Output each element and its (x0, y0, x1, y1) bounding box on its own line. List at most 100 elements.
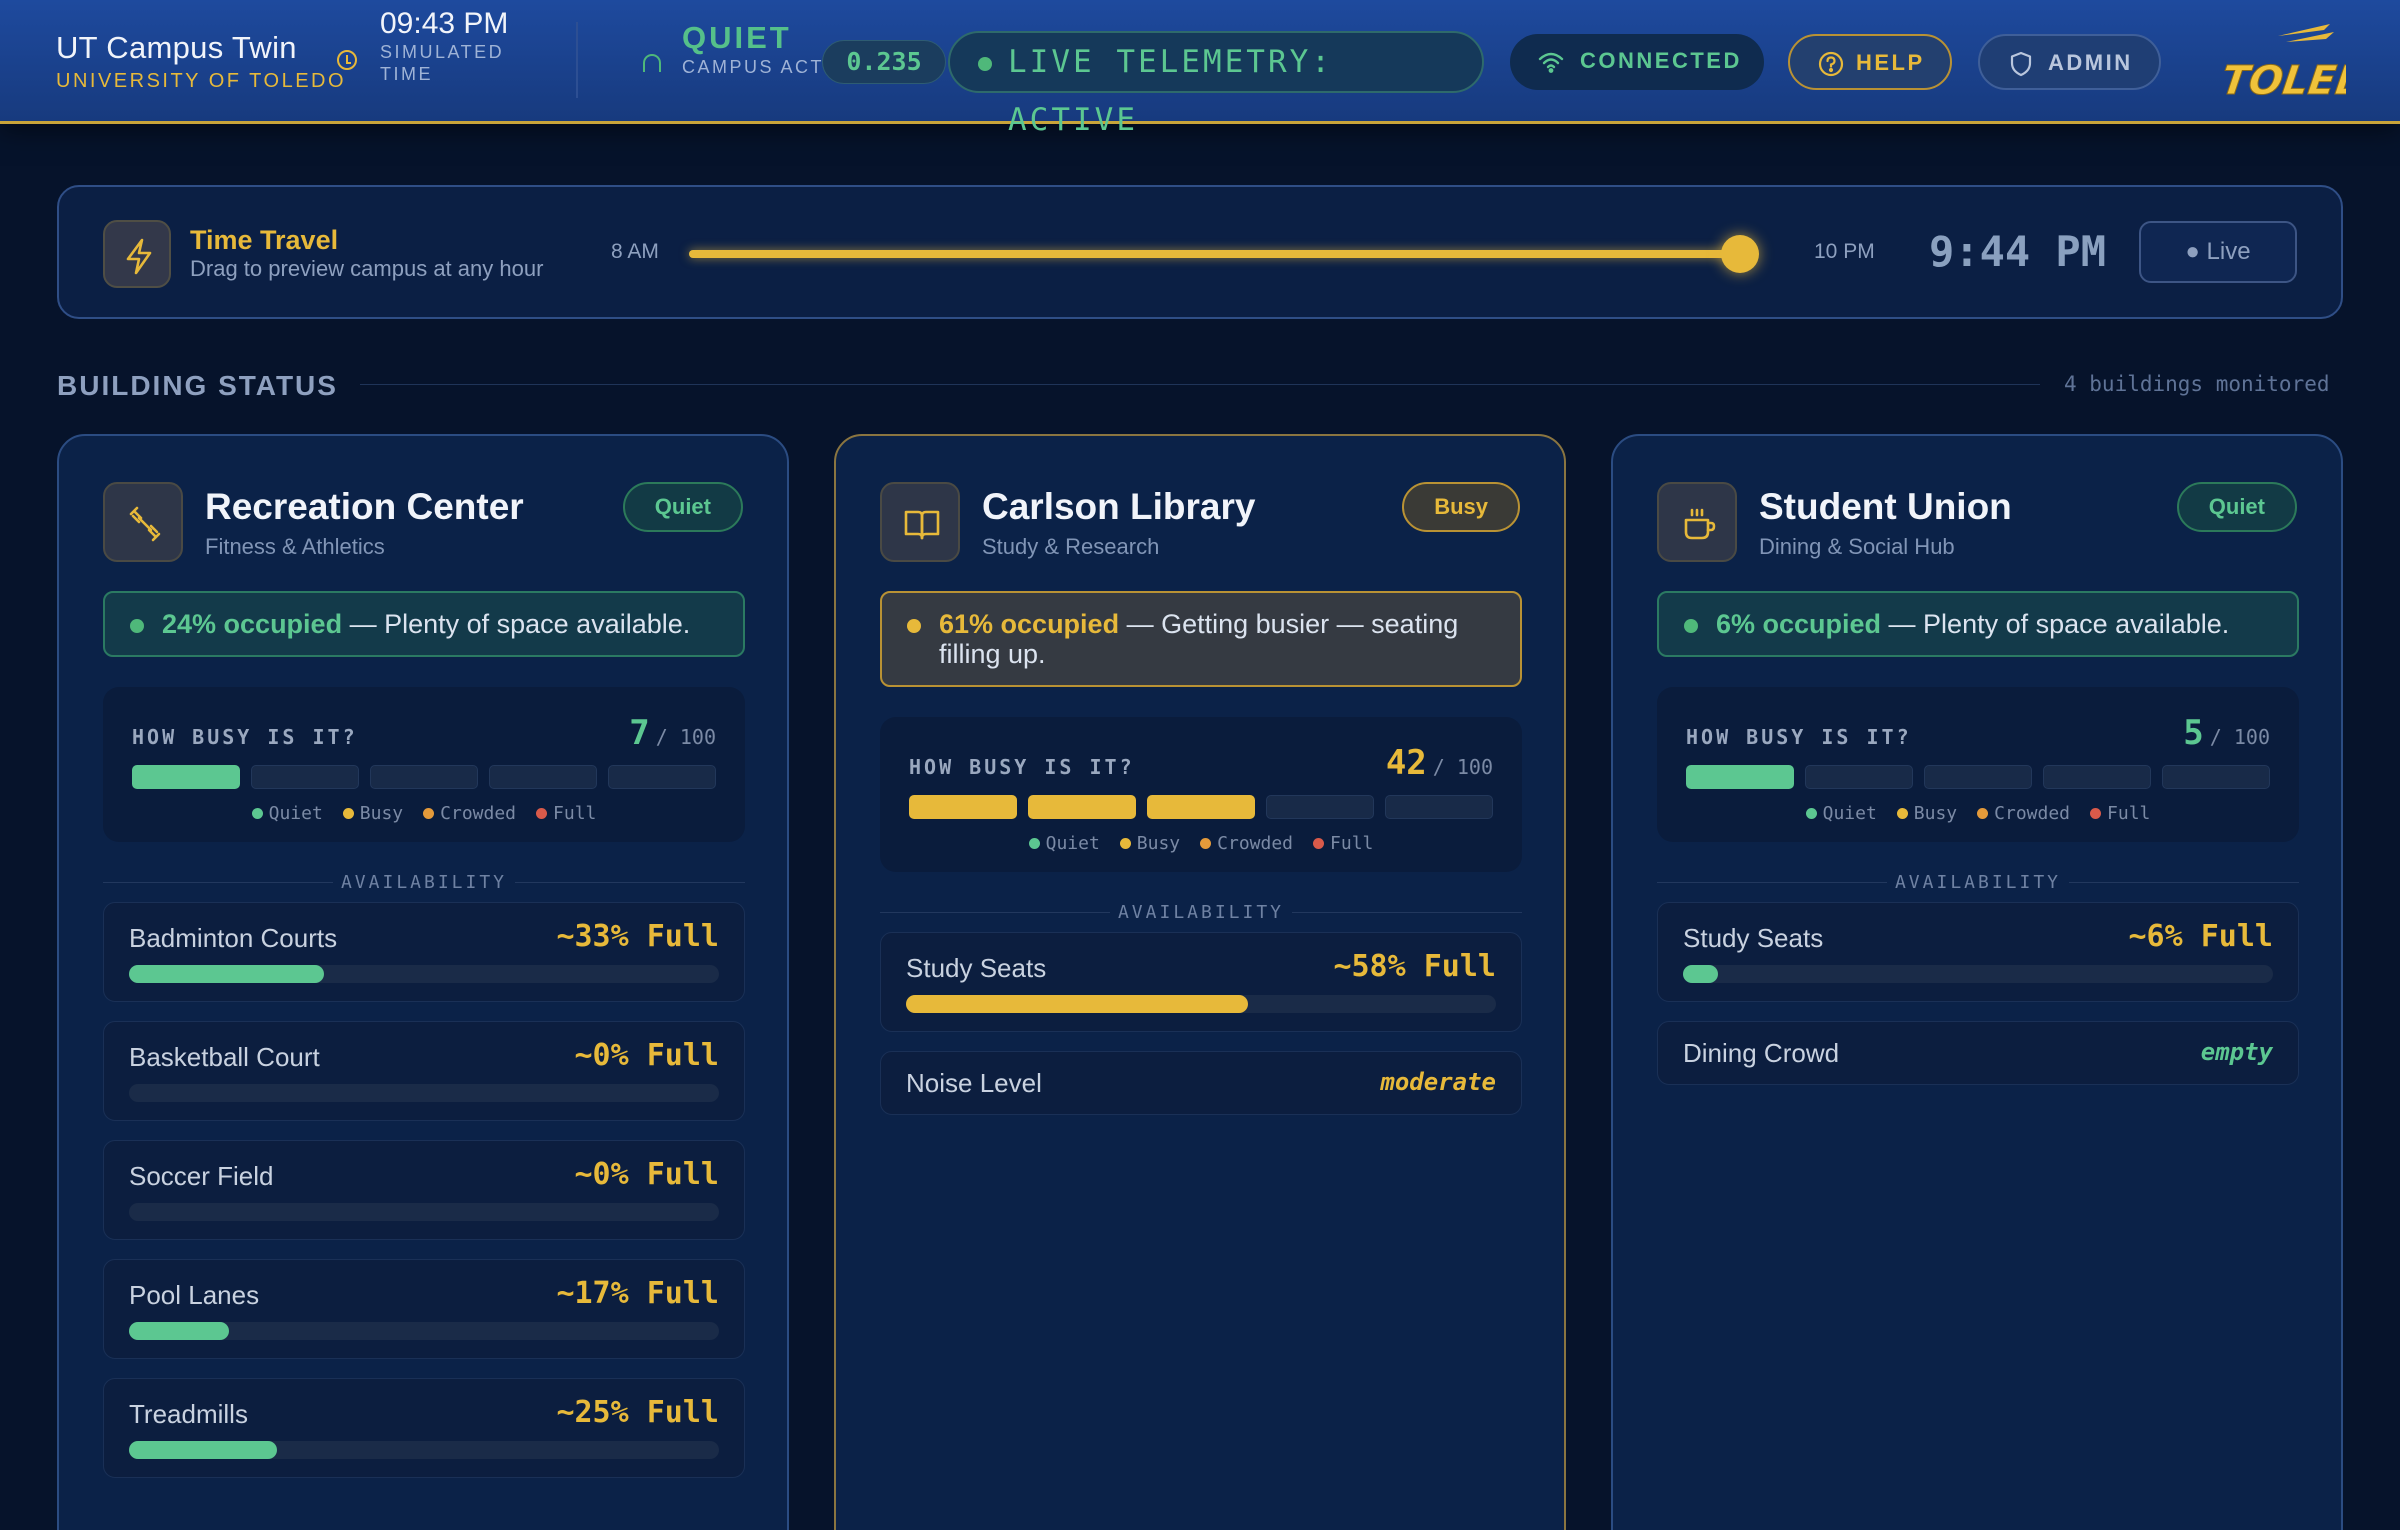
building-icon-box (1657, 482, 1737, 562)
time-travel-panel: Time Travel Drag to preview campus at an… (57, 185, 2343, 319)
availability-item-bar (129, 1084, 719, 1102)
legend-item: Busy (342, 803, 404, 824)
legend-dot-icon (342, 808, 354, 819)
availability-item: Study Seats ~6% Full (1657, 902, 2299, 1002)
legend-label: Busy (1913, 803, 1958, 824)
busy-meter: HOW BUSY IS IT? 5/ 100 Quiet Busy Crowded F… (1657, 687, 2299, 842)
availability-item-percent: ~25% Full (556, 1395, 719, 1430)
availability-item-percent: ~58% Full (1333, 949, 1496, 984)
preview-time: 9:44 PM (1929, 227, 2107, 276)
busy-meter-segment (2162, 765, 2270, 789)
building-card[interactable]: Recreation Center Fitness & Athletics Quie… (57, 434, 789, 1530)
availability-item-value: moderate (1380, 1068, 1496, 1096)
toledo-logo: TOLEDO (2218, 24, 2346, 104)
availability-item-bar (129, 1441, 719, 1459)
legend-label: Full (1330, 833, 1374, 854)
legend-item: Full (2090, 803, 2150, 824)
status-dot-icon (1684, 619, 1698, 633)
legend-label: Crowded (1994, 803, 2071, 824)
busy-meter: HOW BUSY IS IT? 7/ 100 Quiet Busy Crowded F… (103, 687, 745, 842)
busy-meter-segment (909, 795, 1017, 819)
availability-item: Basketball Court ~0% Full (103, 1021, 745, 1121)
brand: UT Campus Twin UNIVERSITY OF TOLEDO (56, 30, 346, 93)
legend-dot-icon (1977, 808, 1989, 819)
busy-meter-bar (1686, 765, 2270, 789)
availability-rule (1292, 912, 1522, 913)
legend-dot-icon (1028, 838, 1040, 849)
building-name: Student Union (1759, 486, 2012, 527)
building-card[interactable]: Carlson Library Study & Research Busy 61% o… (834, 434, 1566, 1530)
legend-label: Crowded (1217, 833, 1294, 854)
building-card[interactable]: Student Union Dining & Social Hub Quiet 6% … (1611, 434, 2343, 1530)
occupancy-percent: 61% occupied (939, 609, 1120, 639)
busy-meter-label: HOW BUSY IS IT? (132, 725, 358, 749)
busy-meter-value: 7/ 100 (629, 713, 716, 753)
availability-item-bar-fill (1683, 965, 1718, 983)
legend-label: Busy (1136, 833, 1181, 854)
legend-label: Busy (359, 803, 404, 824)
busy-meter-legend: Quiet Busy Crowded Full (880, 833, 1522, 854)
building-name: Recreation Center (205, 486, 524, 527)
busy-meter-segment (132, 765, 240, 789)
availability-item-bar-fill (906, 995, 1248, 1013)
slider-start-label: 8 AM (611, 240, 659, 263)
time-slider[interactable] (689, 235, 1760, 273)
availability-item-bar-fill (129, 1441, 277, 1459)
availability-item-value: empty (2200, 1038, 2273, 1066)
availability-item-bar-fill (129, 965, 324, 983)
busy-meter: HOW BUSY IS IT? 42/ 100 Quiet Busy Crowded… (880, 717, 1522, 872)
availability-item: Soccer Field ~0% Full (103, 1140, 745, 1240)
legend-label: Quiet (1045, 833, 1100, 854)
legend-item: Crowded (1977, 803, 2070, 824)
gauge-icon (643, 54, 661, 72)
availability-item-name: Dining Crowd (1683, 1038, 1840, 1068)
occupancy-message: — Plenty of space available. (342, 609, 691, 639)
status-badge: Busy (1402, 482, 1520, 532)
admin-button[interactable]: ADMIN (1978, 34, 2161, 90)
availability-item-bar (129, 1322, 719, 1340)
availability-item-name: Soccer Field (129, 1161, 274, 1191)
legend-item: Full (536, 803, 596, 824)
availability-item: Badminton Courts ~33% Full (103, 902, 745, 1002)
availability-item-bar (129, 1203, 719, 1221)
busy-meter-segment (489, 765, 597, 789)
legend-item: Busy (1119, 833, 1181, 854)
availability-item: Study Seats ~58% Full (880, 932, 1522, 1032)
availability-divider: AVAILABILITY (1657, 872, 2299, 893)
legend-dot-icon (251, 808, 263, 819)
busy-meter-legend: Quiet Busy Crowded Full (1657, 803, 2299, 824)
legend-label: Full (553, 803, 597, 824)
legend-dot-icon (1200, 838, 1212, 849)
legend-dot-icon (1119, 838, 1131, 849)
legend-item: Quiet (251, 803, 323, 824)
app-title: UT Campus Twin (56, 30, 297, 65)
time-slider-handle[interactable] (1721, 235, 1760, 273)
availability-item-name: Study Seats (1683, 923, 1824, 953)
busy-score: 7 (629, 713, 650, 753)
availability-item-percent: ~0% Full (574, 1157, 720, 1192)
buildings-count: 4 buildings monitored (2064, 372, 2330, 396)
status-dot-icon (907, 619, 921, 633)
busy-meter-label: HOW BUSY IS IT? (1686, 725, 1912, 749)
time-slider-fill (689, 250, 1741, 258)
busy-score: 42 (1385, 743, 1427, 783)
building-category: Dining & Social Hub (1759, 534, 1955, 559)
status-badge: Quiet (2176, 482, 2297, 532)
section-divider (360, 384, 2040, 385)
legend-label: Quiet (1822, 803, 1877, 824)
busy-score-max: / 100 (2209, 725, 2270, 749)
connection-status: CONNECTED (1510, 34, 1764, 90)
availability-divider: AVAILABILITY (103, 872, 745, 893)
busy-meter-bar (132, 765, 716, 789)
legend-item: Quiet (1805, 803, 1877, 824)
busy-meter-segment (608, 765, 716, 789)
availability-item-name: Noise Level (906, 1068, 1042, 1098)
lightning-icon (126, 238, 152, 275)
availability-item-name: Basketball Court (129, 1042, 320, 1072)
live-button[interactable]: ● Live (2139, 221, 2297, 283)
section-title: BUILDING STATUS (57, 370, 338, 401)
simulated-time: 09:43 PM SIMULATED TIME (380, 8, 510, 85)
help-button[interactable]: HELP (1788, 34, 1952, 90)
legend-label: Full (2107, 803, 2151, 824)
availability-item: Dining Crowd empty (1657, 1021, 2299, 1085)
